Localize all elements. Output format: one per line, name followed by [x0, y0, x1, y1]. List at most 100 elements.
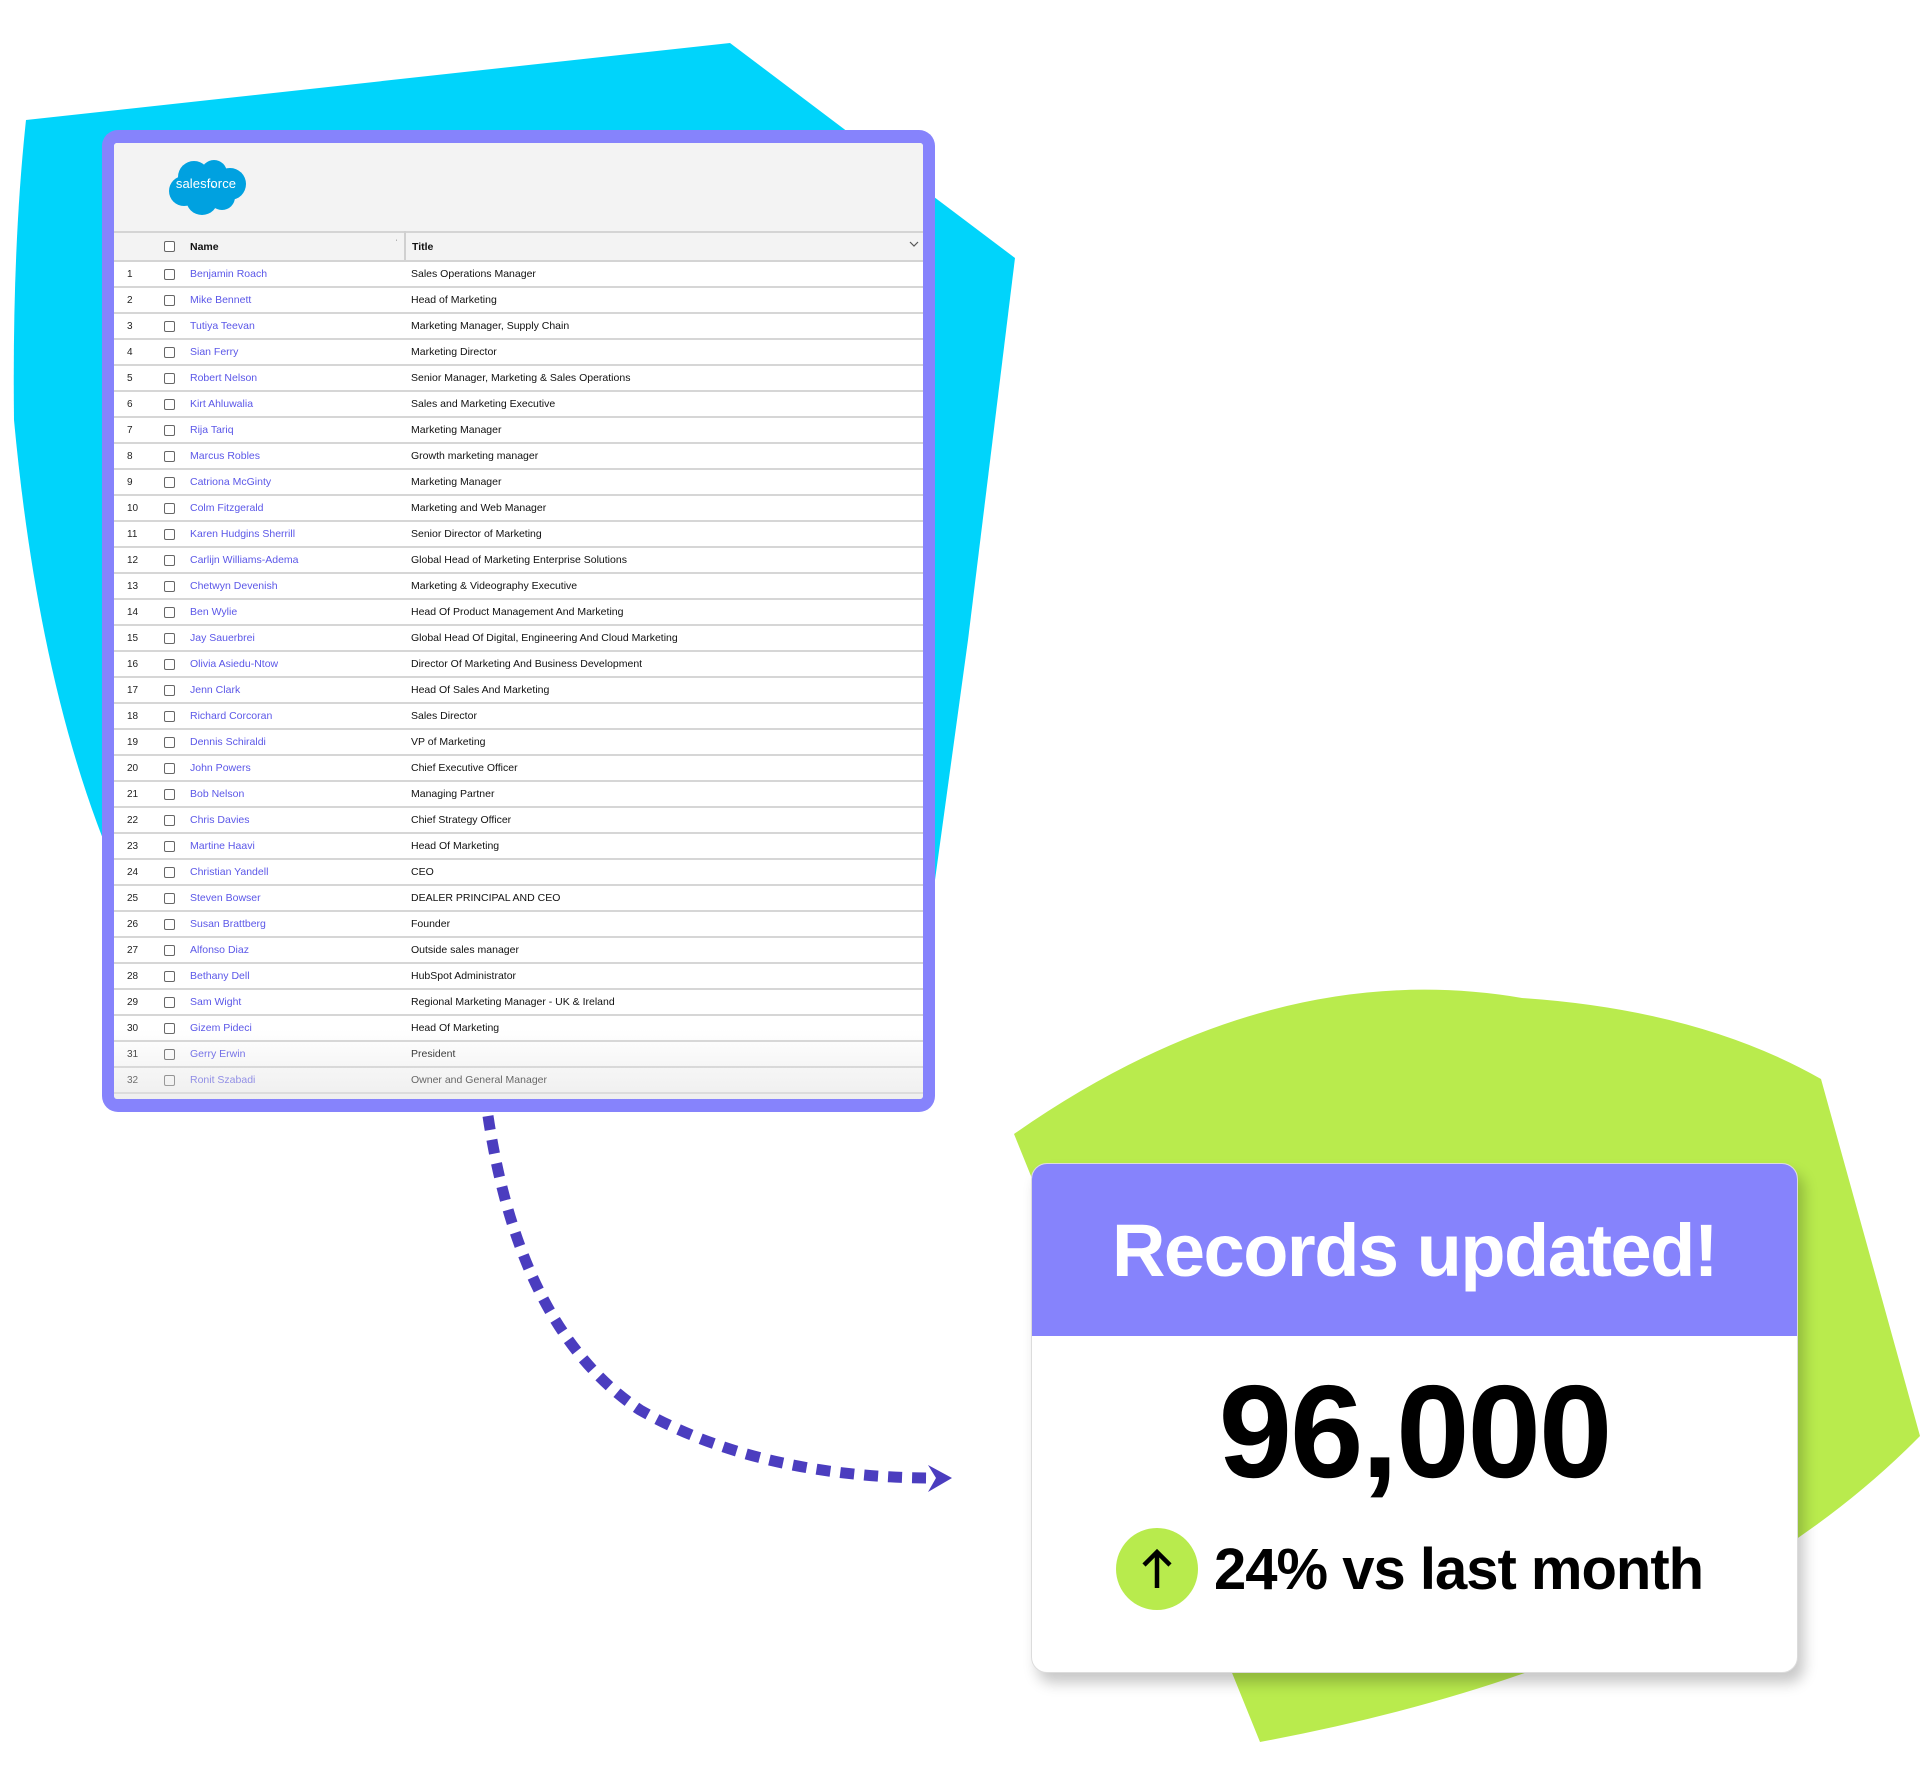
column-header-title[interactable]: Title [405, 231, 923, 262]
table-row[interactable]: 17 Jenn Clark Head Of Sales And Marketing [114, 677, 923, 704]
table-row[interactable]: 14 Ben Wylie Head Of Product Management An… [114, 599, 923, 626]
table-row[interactable]: 22 Chris Davies Chief Strategy Officer [114, 807, 923, 834]
row-checkbox[interactable] [164, 658, 175, 670]
row-checkbox[interactable] [164, 606, 175, 618]
contact-name-link[interactable]: Ben Wylie [190, 606, 237, 618]
table-row[interactable]: 12 Carlijn Williams-Adema Global Head of M… [114, 547, 923, 574]
row-checkbox[interactable] [164, 1048, 175, 1060]
row-checkbox[interactable] [164, 762, 175, 774]
contact-name-link[interactable]: Jay Sauerbrei [190, 632, 255, 644]
table-row[interactable]: 3 Tutiya Teevan Marketing Manager, Supply … [114, 313, 923, 340]
row-checkbox[interactable] [164, 476, 175, 488]
contact-name-link[interactable]: Sian Ferry [190, 346, 238, 358]
table-row[interactable]: 25 Steven Bowser DEALER PRINCIPAL AND CEO [114, 885, 923, 912]
contact-name-link[interactable]: Gizem Pideci [190, 1022, 252, 1034]
row-checkbox[interactable] [164, 814, 175, 826]
row-checkbox[interactable] [164, 554, 175, 566]
contact-name-link[interactable]: Alfonso Diaz [190, 944, 249, 956]
sort-icon[interactable]: ˈ [395, 238, 398, 248]
contact-name-link[interactable]: Chris Davies [190, 814, 250, 826]
contact-name-link[interactable]: Marcus Robles [190, 450, 260, 462]
contact-name-link[interactable]: Karen Hudgins Sherrill [190, 528, 295, 540]
table-row[interactable]: 29 Sam Wight Regional Marketing Manager - … [114, 989, 923, 1016]
contact-name-link[interactable]: John Powers [190, 762, 251, 774]
contact-name-link[interactable]: Martine Haavi [190, 840, 255, 852]
table-row[interactable]: 10 Colm Fitzgerald Marketing and Web Manag… [114, 495, 923, 522]
table-row[interactable]: 11 Karen Hudgins Sherrill Senior Director … [114, 521, 923, 548]
contact-name-link[interactable]: Ronit Szabadi [190, 1074, 255, 1086]
row-checkbox[interactable] [164, 320, 175, 332]
chevron-down-icon[interactable] [909, 239, 919, 249]
contact-name-link[interactable]: Steven Bowser [190, 892, 261, 904]
table-row[interactable]: 31 Gerry Erwin President [114, 1041, 923, 1068]
contact-name-link[interactable]: Benjamin Roach [190, 268, 267, 280]
row-checkbox[interactable] [164, 866, 175, 878]
table-row[interactable]: 9 Catriona McGinty Marketing Manager [114, 469, 923, 496]
table-row[interactable]: 27 Alfonso Diaz Outside sales manager [114, 937, 923, 964]
row-checkbox[interactable] [164, 996, 175, 1008]
contact-name-link[interactable]: Robert Nelson [190, 372, 257, 384]
contact-name-link[interactable]: Catriona McGinty [190, 476, 271, 488]
row-checkbox[interactable] [164, 684, 175, 696]
contact-name-link[interactable]: Tutiya Teevan [190, 320, 255, 332]
contact-name-link[interactable]: Sam Wight [190, 996, 241, 1008]
row-checkbox[interactable] [164, 450, 175, 462]
row-checkbox[interactable] [164, 892, 175, 904]
row-checkbox[interactable] [164, 372, 175, 384]
contact-name-link[interactable]: Olivia Asiedu-Ntow [190, 658, 278, 670]
table-row[interactable]: 20 John Powers Chief Executive Officer [114, 755, 923, 782]
select-all-checkbox[interactable] [164, 241, 175, 253]
contact-name-link[interactable]: Kirt Ahluwalia [190, 398, 253, 410]
table-row[interactable]: 23 Martine Haavi Head Of Marketing [114, 833, 923, 860]
table-row[interactable]: 1 Benjamin Roach Sales Operations Manager [114, 261, 923, 288]
contact-name-link[interactable]: Jenn Clark [190, 684, 240, 696]
row-checkbox[interactable] [164, 840, 175, 852]
row-checkbox[interactable] [164, 398, 175, 410]
row-checkbox[interactable] [164, 424, 175, 436]
row-checkbox[interactable] [164, 1074, 175, 1086]
contact-name-link[interactable]: Gerry Erwin [190, 1048, 245, 1060]
row-checkbox[interactable] [164, 528, 175, 540]
table-row[interactable]: 16 Olivia Asiedu-Ntow Director Of Marketin… [114, 651, 923, 678]
row-checkbox[interactable] [164, 294, 175, 306]
table-row[interactable]: 33 Alex ShiyanPresident [114, 1093, 923, 1099]
contact-name-link[interactable]: Dennis Schiraldi [190, 736, 266, 748]
row-checkbox[interactable] [164, 1022, 175, 1034]
row-checkbox[interactable] [164, 268, 175, 280]
table-row[interactable]: 21 Bob Nelson Managing Partner [114, 781, 923, 808]
contact-name-link[interactable]: Chetwyn Devenish [190, 580, 278, 592]
contact-name-link[interactable]: Susan Brattberg [190, 918, 266, 930]
contact-name-link[interactable]: Bethany Dell [190, 970, 250, 982]
row-checkbox[interactable] [164, 970, 175, 982]
table-row[interactable]: 26 Susan Brattberg Founder [114, 911, 923, 938]
table-row[interactable]: 7 Rija Tariq Marketing Manager [114, 417, 923, 444]
row-checkbox[interactable] [164, 632, 175, 644]
table-row[interactable]: 24 Christian Yandell CEO [114, 859, 923, 886]
table-row[interactable]: 5 Robert Nelson Senior Manager, Marketing … [114, 365, 923, 392]
table-row[interactable]: 6 Kirt Ahluwalia Sales and Marketing Execu… [114, 391, 923, 418]
table-row[interactable]: 2 Mike Bennett Head of Marketing [114, 287, 923, 314]
table-row[interactable]: 15 Jay Sauerbrei Global Head Of Digital, E… [114, 625, 923, 652]
row-checkbox[interactable] [164, 918, 175, 930]
contact-name-link[interactable]: Colm Fitzgerald [190, 502, 264, 514]
row-checkbox[interactable] [164, 788, 175, 800]
row-checkbox[interactable] [164, 346, 175, 358]
table-row[interactable]: 19 Dennis Schiraldi VP of Marketing [114, 729, 923, 756]
row-checkbox[interactable] [164, 502, 175, 514]
table-row[interactable]: 32 Ronit Szabadi Owner and General Manager [114, 1067, 923, 1094]
contact-name-link[interactable]: Bob Nelson [190, 788, 244, 800]
table-row[interactable]: 8 Marcus Robles Growth marketing manager [114, 443, 923, 470]
contact-name-link[interactable]: Christian Yandell [190, 866, 268, 878]
table-row[interactable]: 13 Chetwyn Devenish Marketing & Videograph… [114, 573, 923, 600]
table-row[interactable]: 30 Gizem Pideci Head Of Marketing [114, 1015, 923, 1042]
contact-name-link[interactable]: Richard Corcoran [190, 710, 272, 722]
row-checkbox[interactable] [164, 710, 175, 722]
column-header-name[interactable]: Name ˈ [190, 231, 406, 262]
row-checkbox[interactable] [164, 736, 175, 748]
table-row[interactable]: 18 Richard Corcoran Sales Director [114, 703, 923, 730]
contact-name-link[interactable]: Mike Bennett [190, 294, 251, 306]
table-row[interactable]: 4 Sian Ferry Marketing Director [114, 339, 923, 366]
contact-name-link[interactable]: Rija Tariq [190, 424, 234, 436]
row-checkbox[interactable] [164, 580, 175, 592]
contact-name-link[interactable]: Carlijn Williams-Adema [190, 554, 299, 566]
